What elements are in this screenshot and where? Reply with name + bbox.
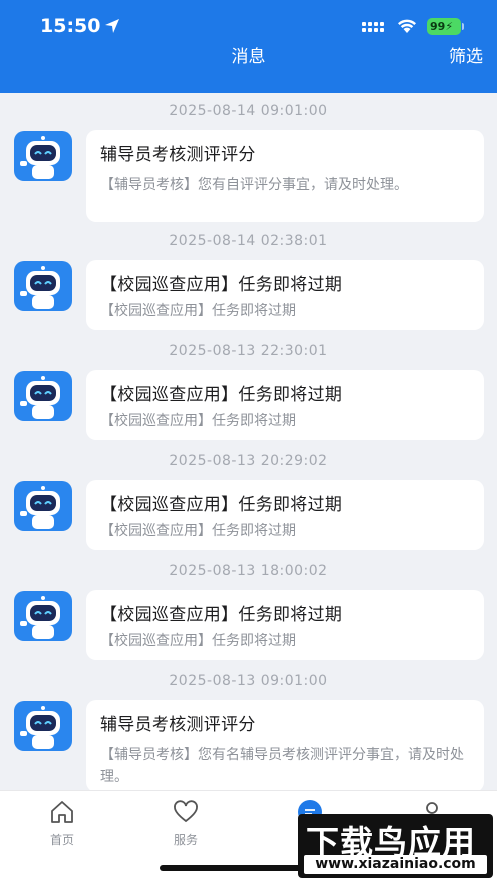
battery-level: 99 [430,20,446,33]
watermark-url: www.xiazainiao.com [304,855,487,874]
robot-avatar-icon [14,481,72,531]
robot-avatar-icon [14,371,72,421]
robot-avatar-icon [14,131,72,181]
message-timestamp: 2025-08-13 09:01:00 [169,673,328,689]
message-body: 【辅导员考核】您有名辅导员考核测评评分事宜，请及时处理。 [100,747,464,785]
message-timestamp: 2025-08-13 18:00:02 [169,563,328,579]
message-list[interactable]: 2025-08-14 09:01:00 辅导员考核测评评分 【辅导员考核】您有自… [0,93,497,790]
message-card[interactable]: 【校园巡查应用】任务即将过期 【校园巡查应用】任务即将过期 [86,480,484,550]
message-title: 辅导员考核测评评分 [100,715,256,735]
charging-bolt-icon: ⚡ [445,20,454,33]
message-body: 【辅导员考核】您有自评评分事宜，请及时处理。 [100,177,408,193]
watermark-logo: 下载鸟应用 www.xiazainiao.com [298,814,493,878]
message-timestamp: 2025-08-14 02:38:01 [169,233,328,249]
message-card[interactable]: 【校园巡查应用】任务即将过期 【校园巡查应用】任务即将过期 [86,590,484,660]
message-title: 【校园巡查应用】任务即将过期 [100,495,343,515]
tab-label: 首页 [49,833,74,847]
message-body: 【校园巡查应用】任务即将过期 [100,413,296,429]
message-card[interactable]: 辅导员考核测评评分 【辅导员考核】您有自评评分事宜，请及时处理。 [86,130,484,222]
message-title: 【校园巡查应用】任务即将过期 [100,385,343,405]
message-body: 【校园巡查应用】任务即将过期 [100,633,296,649]
message-timestamp: 2025-08-13 20:29:02 [169,453,328,469]
battery-tip [462,23,464,30]
robot-avatar-icon [14,261,72,311]
message-timestamp: 2025-08-13 22:30:01 [169,343,328,359]
robot-avatar-icon [14,591,72,641]
message-timestamp: 2025-08-14 09:01:00 [169,103,328,119]
location-arrow-icon [105,19,119,33]
status-time: 15:50 [40,15,101,37]
message-title: 【校园巡查应用】任务即将过期 [100,605,343,625]
status-bar: 15:50 99⚡ [0,0,497,46]
top-header: 15:50 99⚡ 消息 筛选 [0,0,497,93]
message-card[interactable]: 【校园巡查应用】任务即将过期 【校园巡查应用】任务即将过期 [86,260,484,330]
message-title: 辅导员考核测评评分 [100,145,256,165]
page-title: 消息 [231,47,266,67]
message-body: 【校园巡查应用】任务即将过期 [100,303,296,319]
robot-avatar-icon [14,701,72,751]
battery-indicator: 99⚡ [427,18,461,35]
filter-button[interactable]: 筛选 [449,46,483,68]
message-card[interactable]: 【校园巡查应用】任务即将过期 【校园巡查应用】任务即将过期 [86,370,484,440]
message-body: 【校园巡查应用】任务即将过期 [100,523,296,539]
message-card[interactable]: 辅导员考核测评评分 【辅导员考核】您有名辅导员考核测评评分事宜，请及时处理。 [86,700,484,790]
message-title: 【校园巡查应用】任务即将过期 [100,275,343,295]
tab-services[interactable]: 服务 [156,799,216,848]
tab-label: 服务 [173,833,198,847]
tab-home[interactable]: 首页 [32,799,92,848]
cellular-signal-icon [362,22,384,32]
heart-icon [174,800,198,823]
home-icon [51,801,73,823]
wifi-icon [398,19,416,33]
